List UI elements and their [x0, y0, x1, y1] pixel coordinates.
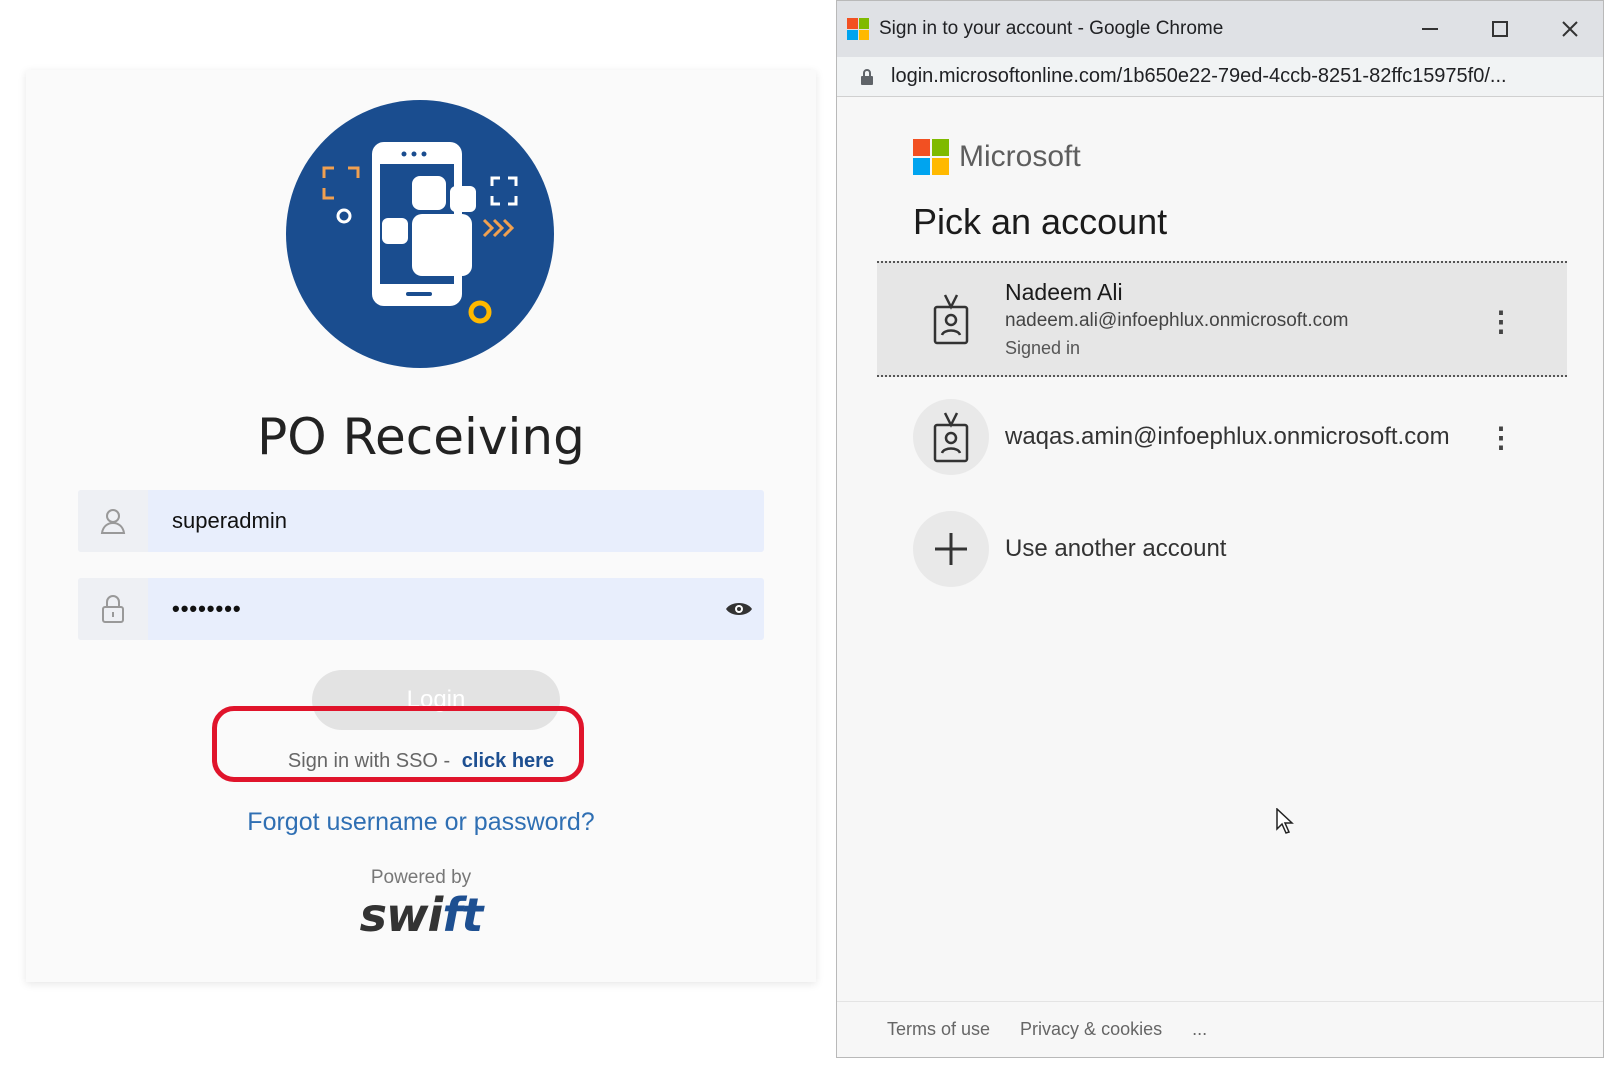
account-options-icon[interactable]: ⋮ — [1487, 263, 1515, 379]
microsoft-favicon-icon — [847, 18, 869, 40]
account-tile-waqas[interactable]: waqas.amin@infoephlux.onmicrosoft.com ⋮ — [877, 379, 1567, 495]
account-email: waqas.amin@infoephlux.onmicrosoft.com — [1005, 423, 1450, 450]
account-options-icon[interactable]: ⋮ — [1487, 379, 1515, 495]
page-title: Pick an account — [913, 201, 1168, 242]
plus-icon — [913, 511, 989, 587]
username-field[interactable]: superadmin — [78, 490, 764, 552]
use-another-account-label: Use another account — [1005, 535, 1227, 562]
privacy-cookies-link[interactable]: Privacy & cookies — [1020, 1019, 1162, 1040]
window-titlebar: Sign in to your account - Google Chrome — [837, 1, 1603, 57]
sso-label: Sign in with SSO - — [287, 750, 451, 772]
microsoft-brand: Microsoft — [913, 139, 1081, 175]
password-input[interactable]: •••••••• — [148, 596, 714, 622]
user-icon — [78, 490, 148, 552]
sso-row: Sign in with SSO - click here — [26, 750, 816, 773]
powered-by-label: Powered by — [370, 867, 472, 888]
account-badge-icon — [913, 399, 989, 475]
forgot-credentials-link[interactable]: Forgot username or password? — [26, 808, 816, 837]
account-status: Signed in — [1005, 338, 1081, 358]
window-title: Sign in to your account - Google Chrome — [879, 18, 1224, 39]
address-bar: login.microsoftonline.com/1b650e22-79ed-… — [837, 57, 1603, 97]
mouse-cursor-icon — [1276, 808, 1294, 834]
maximize-icon[interactable] — [1477, 9, 1523, 49]
microsoft-logo-icon — [913, 139, 949, 175]
show-password-eye-icon[interactable] — [714, 578, 764, 640]
login-page-background: PO Receiving superadmin •••••••• Login S… — [0, 0, 828, 1080]
minimize-icon[interactable] — [1407, 9, 1453, 49]
swift-brand-logo: swift — [26, 888, 816, 942]
brand-prefix: swi — [359, 888, 444, 942]
app-title: PO Receiving — [257, 408, 585, 466]
window-controls — [1407, 1, 1593, 57]
microsoft-wordmark: Microsoft — [959, 140, 1081, 173]
account-email: nadeem.ali@infoephlux.onmicrosoft.com — [1005, 310, 1349, 331]
secure-lock-icon — [861, 68, 873, 85]
username-input[interactable]: superadmin — [148, 508, 764, 534]
password-field[interactable]: •••••••• — [78, 578, 764, 640]
terms-of-use-link[interactable]: Terms of use — [887, 1019, 990, 1040]
page-url[interactable]: login.microsoftonline.com/1b650e22-79ed-… — [891, 65, 1581, 88]
login-card: PO Receiving superadmin •••••••• Login S… — [26, 70, 816, 982]
account-tile-nadeem[interactable]: Nadeem Ali nadeem.ali@infoephlux.onmicro… — [877, 261, 1567, 377]
po-receiving-app-logo — [286, 100, 554, 368]
popup-footer: Terms of use Privacy & cookies ... — [837, 1001, 1603, 1057]
chrome-popup-window: Sign in to your account - Google Chrome … — [836, 0, 1604, 1058]
brand-suffix: ft — [442, 888, 483, 942]
account-name: Nadeem Ali — [1005, 279, 1123, 305]
more-options-link[interactable]: ... — [1192, 1019, 1207, 1040]
sso-click-here-link[interactable]: click here — [462, 750, 554, 772]
close-icon[interactable] — [1547, 9, 1593, 49]
lock-icon — [78, 578, 148, 640]
use-another-account-button[interactable]: Use another account — [877, 491, 1567, 607]
account-badge-icon — [913, 281, 989, 357]
